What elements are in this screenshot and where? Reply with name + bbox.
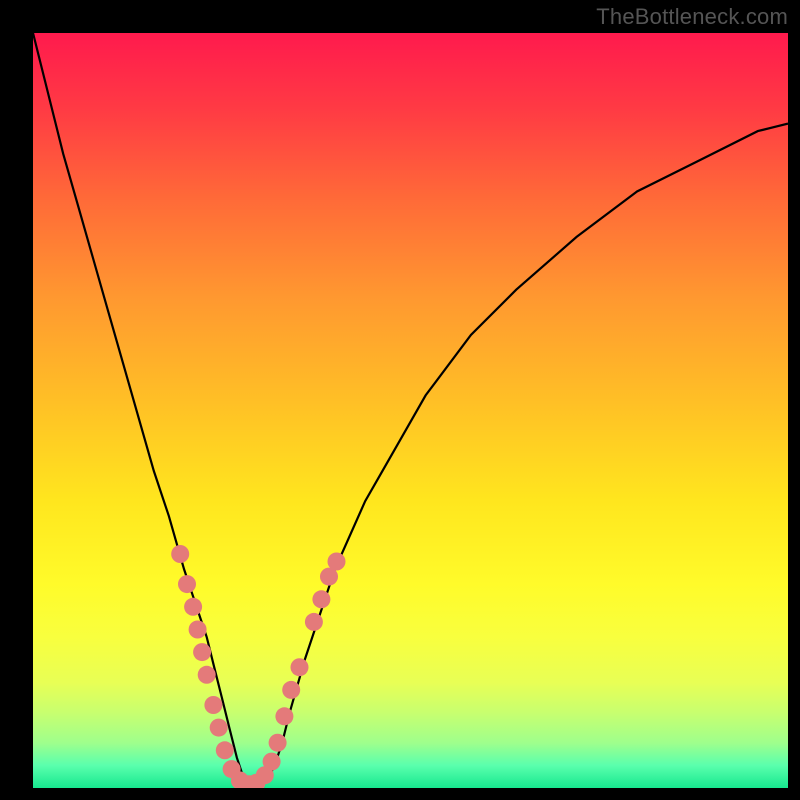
dot [189, 621, 207, 639]
dot [216, 741, 234, 759]
curve-layer [33, 33, 788, 788]
dot [269, 734, 287, 752]
dot [291, 658, 309, 676]
dot [263, 753, 281, 771]
chart-frame: TheBottleneck.com [0, 0, 800, 800]
plot-area [33, 33, 788, 788]
dot [305, 613, 323, 631]
dot [193, 643, 211, 661]
dot [198, 666, 216, 684]
dot [210, 719, 228, 737]
dot [312, 590, 330, 608]
dot [282, 681, 300, 699]
dot [184, 598, 202, 616]
dot [328, 553, 346, 571]
dot-cluster [171, 545, 345, 788]
dot [204, 696, 222, 714]
dot [171, 545, 189, 563]
dot [275, 707, 293, 725]
watermark-text: TheBottleneck.com [596, 4, 788, 30]
bottleneck-curve [33, 33, 788, 788]
dot [178, 575, 196, 593]
